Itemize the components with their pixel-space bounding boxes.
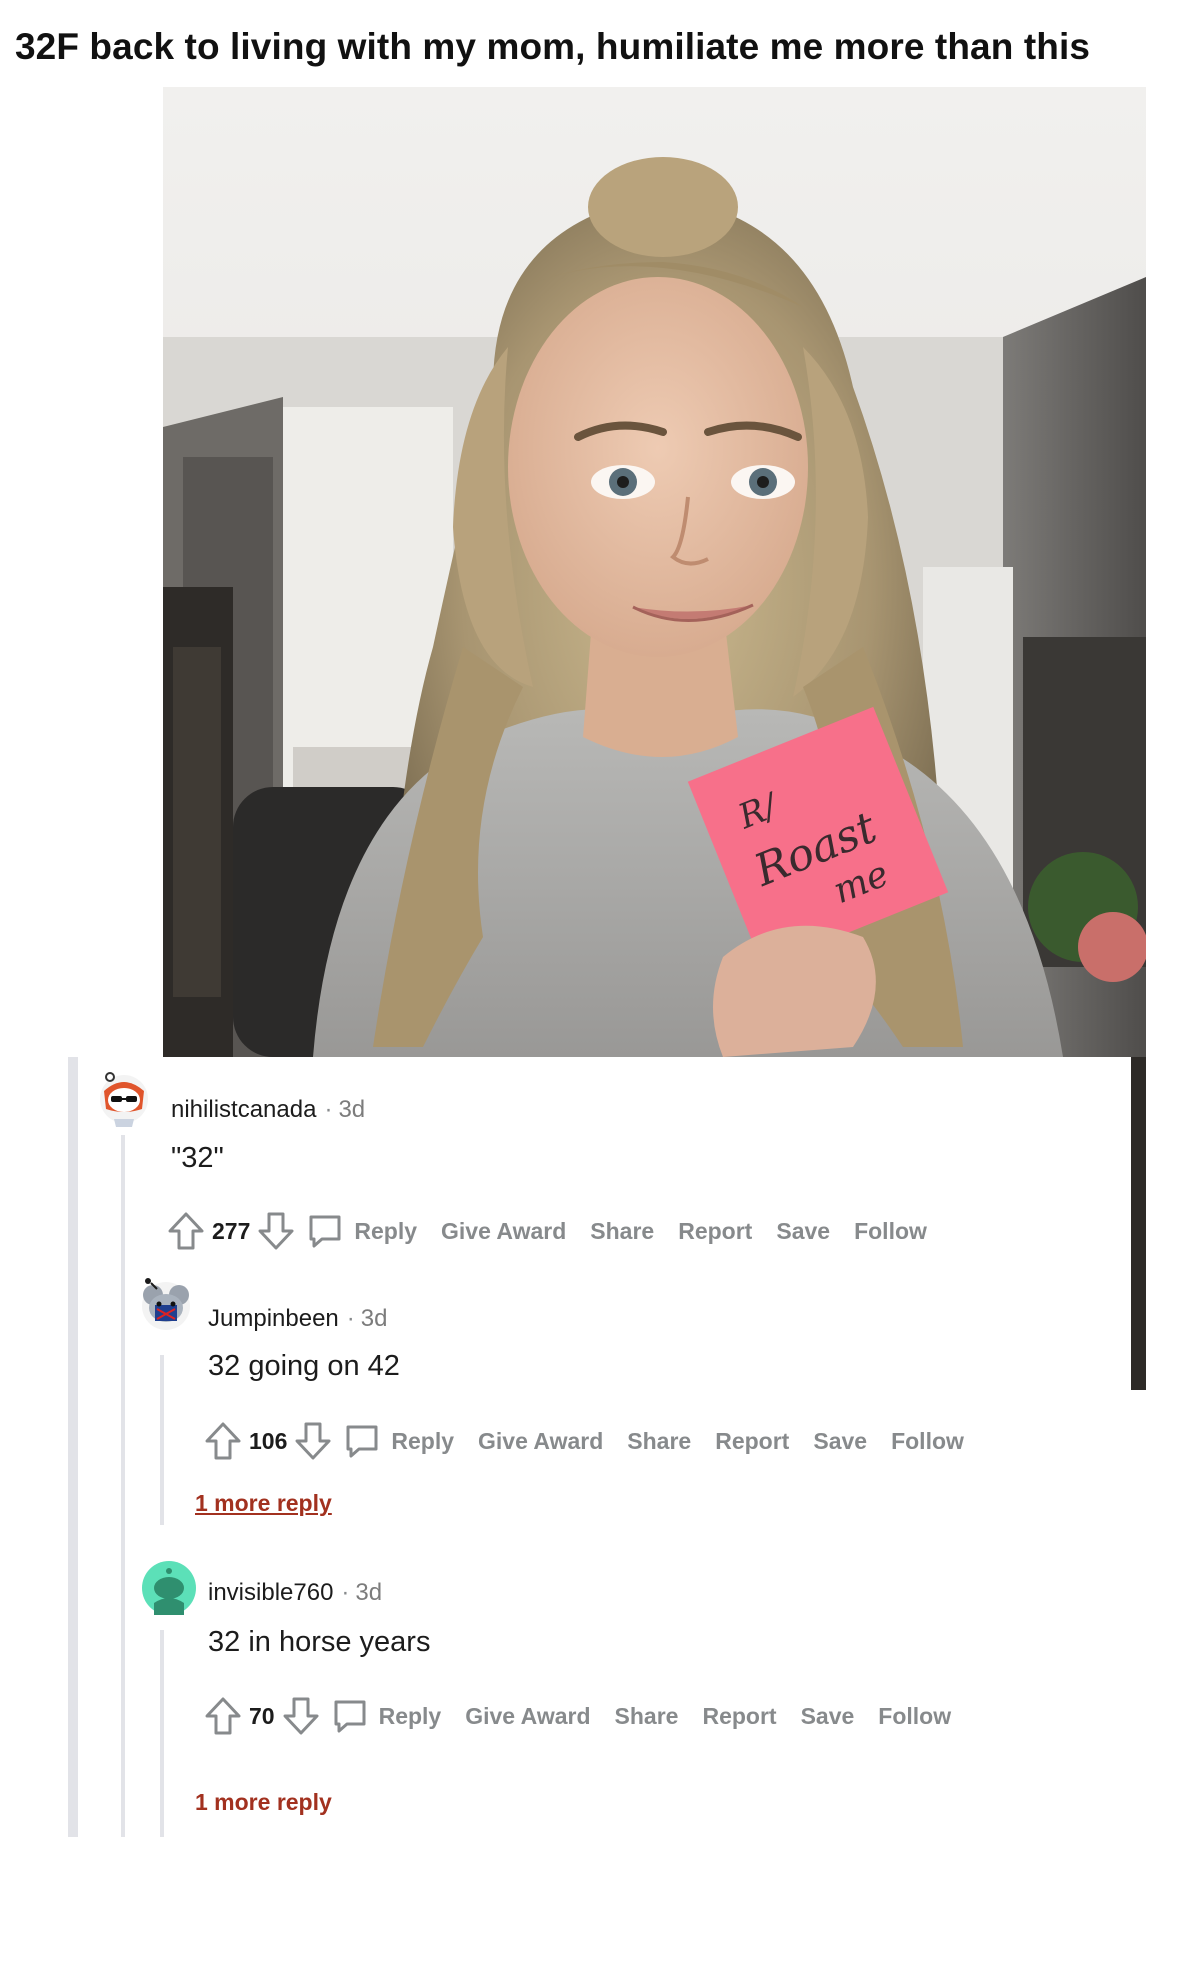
vote-score: 106 xyxy=(249,1427,288,1454)
comment-body: "32" xyxy=(171,1142,224,1174)
share-button[interactable]: Share xyxy=(590,1218,654,1245)
username-text[interactable]: Jumpinbeen xyxy=(208,1305,339,1332)
thread-line-root[interactable] xyxy=(68,1057,78,1837)
comment-bubble-icon[interactable] xyxy=(306,1212,344,1250)
thread-line-level1[interactable] xyxy=(121,1135,125,1837)
reply-button[interactable]: Reply xyxy=(354,1218,417,1245)
share-button[interactable]: Share xyxy=(615,1703,679,1730)
comment-bubble-icon[interactable] xyxy=(331,1697,369,1735)
comment-actions: 106 Reply Give Award Share Report Save F… xyxy=(203,1419,988,1463)
vote-score: 70 xyxy=(249,1702,275,1729)
comment-age: 3d xyxy=(338,1096,366,1123)
comment-actions: 70 Reply Give Award Share Report Save Fo… xyxy=(203,1694,975,1738)
snoo-avatar-icon xyxy=(142,1278,190,1330)
report-button[interactable]: Report xyxy=(715,1428,789,1455)
thread-line-level2b[interactable] xyxy=(160,1630,164,1837)
snoo-avatar-icon xyxy=(100,1072,148,1127)
snoo-avatar-icon xyxy=(142,1561,196,1615)
report-button[interactable]: Report xyxy=(702,1703,776,1730)
more-replies-link[interactable]: 1 more reply xyxy=(195,1789,332,1816)
comment-age: 3d xyxy=(360,1305,388,1332)
photo-strip xyxy=(1131,1057,1146,1390)
save-button[interactable]: Save xyxy=(776,1218,830,1245)
more-replies-link[interactable]: 1 more reply xyxy=(195,1490,332,1517)
give-award-button[interactable]: Give Award xyxy=(478,1428,603,1455)
avatar-invisible760[interactable] xyxy=(140,1559,198,1617)
report-button[interactable]: Report xyxy=(678,1218,752,1245)
separator-dot: · xyxy=(346,1305,355,1332)
vote-score: 277 xyxy=(212,1217,251,1244)
comment-body: 32 in horse years xyxy=(208,1626,431,1658)
comment-body: 32 going on 42 xyxy=(208,1350,400,1382)
downvote-icon[interactable] xyxy=(281,1695,321,1737)
upvote-icon[interactable] xyxy=(203,1695,243,1737)
post-image[interactable]: R/ Roast me xyxy=(163,87,1146,1057)
follow-button[interactable]: Follow xyxy=(854,1218,927,1245)
post-meta-cutoff xyxy=(0,0,1200,6)
separator-dot: · xyxy=(324,1096,333,1123)
downvote-icon[interactable] xyxy=(293,1420,333,1462)
upvote-icon[interactable] xyxy=(166,1210,206,1252)
post-title: 32F back to living with my mom, humiliat… xyxy=(15,26,1090,67)
comment-age: 3d xyxy=(355,1579,383,1606)
share-button[interactable]: Share xyxy=(627,1428,691,1455)
username-text[interactable]: invisible760 xyxy=(208,1579,333,1606)
give-award-button[interactable]: Give Award xyxy=(465,1703,590,1730)
thread-line-level2[interactable] xyxy=(160,1355,164,1525)
avatar-jumpinbeen[interactable] xyxy=(137,1275,195,1333)
comment-bubble-icon[interactable] xyxy=(343,1422,381,1460)
comment-actions: 277 Reply Give Award Share Report Save F… xyxy=(166,1209,951,1253)
comment-username[interactable]: Jumpinbeen · 3d xyxy=(208,1305,387,1333)
save-button[interactable]: Save xyxy=(813,1428,867,1455)
roast-photo: R/ Roast me xyxy=(163,87,1146,1057)
avatar-nihilistcanada[interactable] xyxy=(96,1069,154,1127)
downvote-icon[interactable] xyxy=(256,1210,296,1252)
give-award-button[interactable]: Give Award xyxy=(441,1218,566,1245)
upvote-icon[interactable] xyxy=(203,1420,243,1462)
comment-username[interactable]: nihilistcanada · 3d xyxy=(171,1096,365,1124)
comment-username[interactable]: invisible760 · 3d xyxy=(208,1579,382,1607)
save-button[interactable]: Save xyxy=(801,1703,855,1730)
follow-button[interactable]: Follow xyxy=(891,1428,964,1455)
reply-button[interactable]: Reply xyxy=(379,1703,442,1730)
follow-button[interactable]: Follow xyxy=(878,1703,951,1730)
username-text[interactable]: nihilistcanada xyxy=(171,1096,316,1123)
reply-button[interactable]: Reply xyxy=(391,1428,454,1455)
separator-dot: · xyxy=(341,1579,350,1606)
